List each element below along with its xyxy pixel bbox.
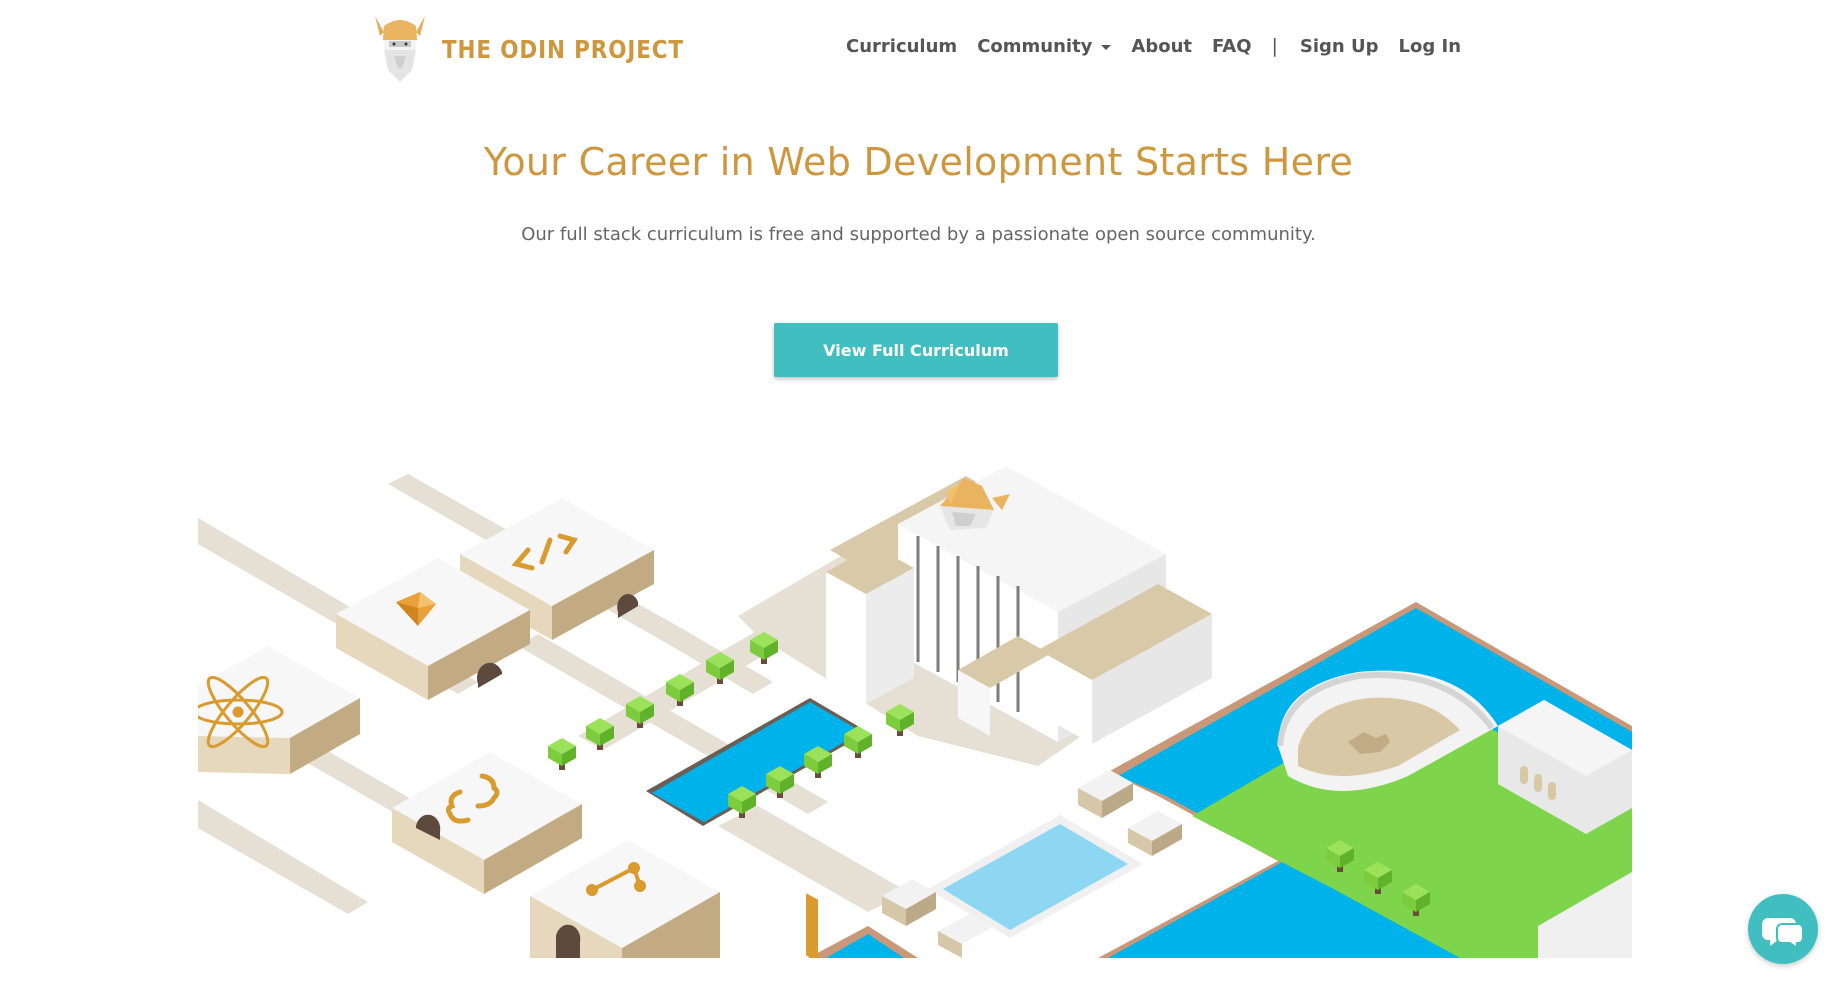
chat-bubbles-icon (1762, 918, 1804, 950)
log-in-label: Log In (1398, 35, 1462, 57)
sign-up-label: Sign Up (1299, 35, 1379, 57)
nav-community-dropdown[interactable]: Community (977, 35, 1112, 57)
chevron-down-icon (1101, 44, 1112, 50)
sign-up-link[interactable]: Sign Up (1300, 36, 1379, 57)
git-building (530, 840, 720, 958)
nav-about-label: About (1131, 35, 1193, 57)
nav-curriculum[interactable]: Curriculum (846, 36, 957, 57)
log-in-link[interactable]: Log In (1399, 36, 1462, 57)
hero-title: Your Career in Web Development Starts He… (483, 140, 1354, 184)
nav-faq[interactable]: FAQ (1212, 36, 1251, 57)
view-curriculum-button[interactable]: View Full Curriculum (774, 323, 1058, 377)
chat-widget-button[interactable] (1748, 894, 1818, 964)
hero-subtitle: Our full stack curriculum is free and su… (521, 224, 1316, 245)
nav-curriculum-label: Curriculum (846, 35, 958, 57)
main-nav: Curriculum Community About FAQ | Sign Up… (846, 31, 1481, 61)
nav-about[interactable]: About (1131, 36, 1192, 57)
react-building (198, 646, 360, 774)
campus-illustration (198, 466, 1632, 958)
nav-separator: | (1271, 35, 1278, 57)
logo[interactable]: THE ODIN PROJECT (372, 12, 723, 84)
brand-name: THE ODIN PROJECT (442, 34, 684, 64)
nav-faq-label: FAQ (1212, 35, 1252, 57)
site-header: THE ODIN PROJECT Curriculum Community Ab… (0, 0, 1837, 96)
odin-viking-head-icon (375, 16, 425, 82)
braces-building (392, 752, 582, 894)
nav-community-label: Community (977, 35, 1093, 57)
